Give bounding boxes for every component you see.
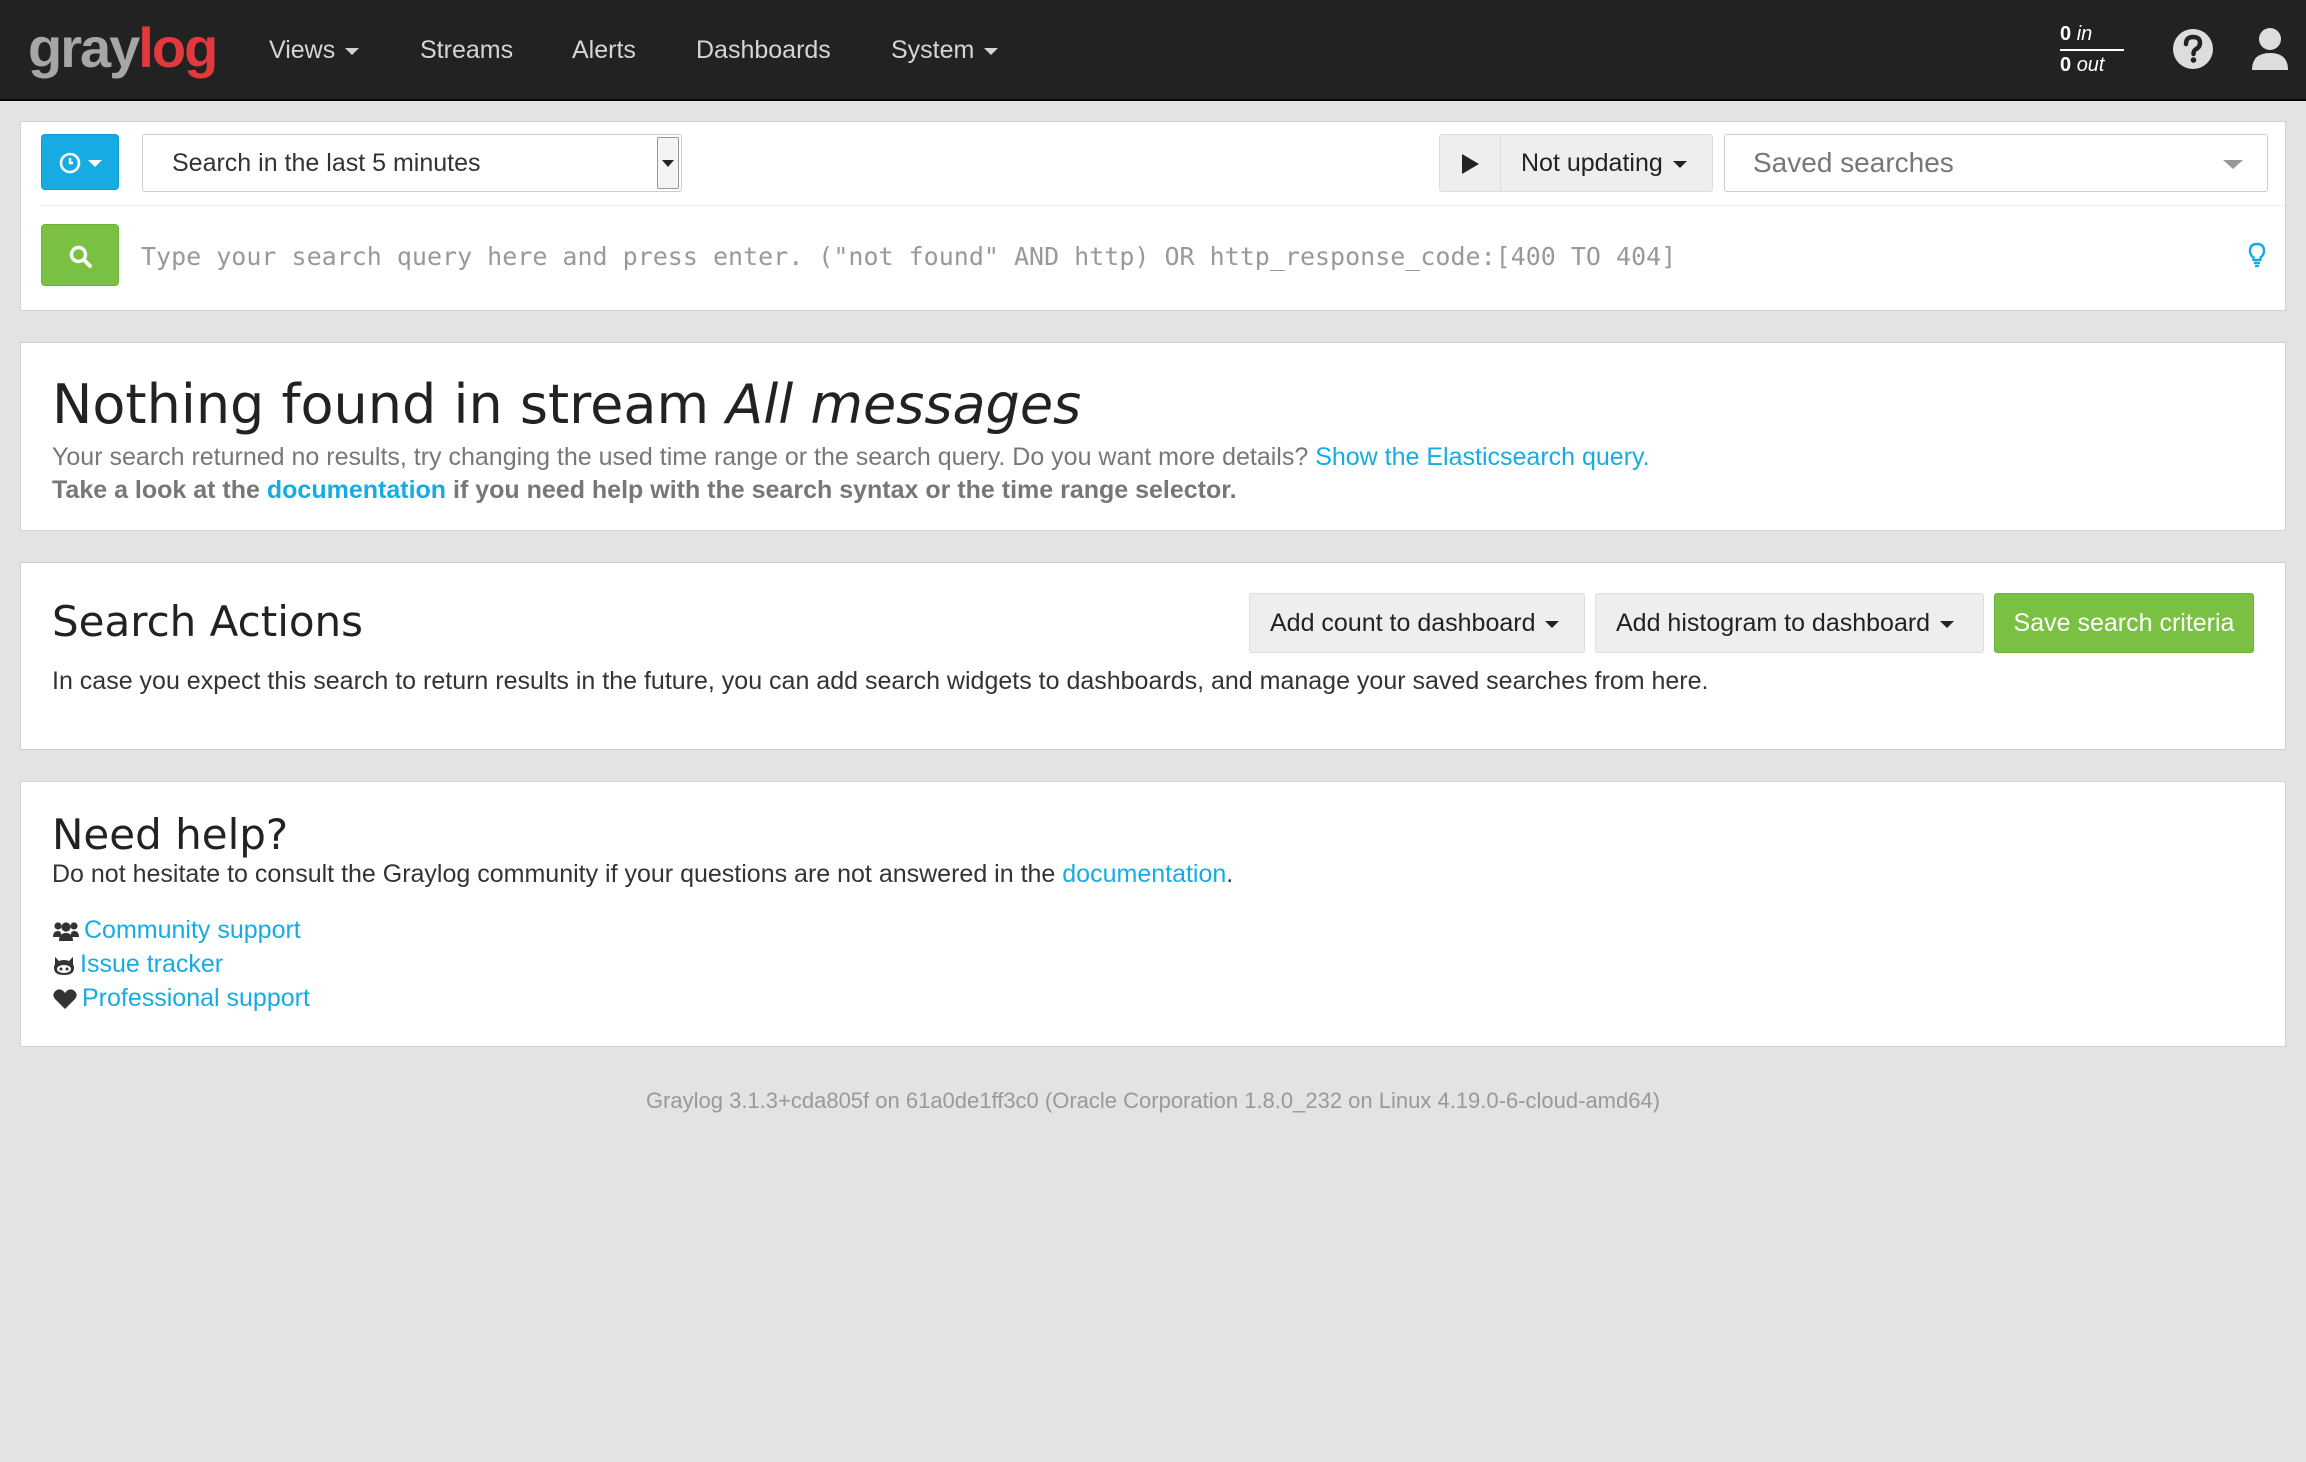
professional-support-item: Professional support	[52, 982, 310, 1014]
time-range-select[interactable]: Search in the last 5 minutes	[142, 134, 682, 192]
nav-views[interactable]: Views	[269, 0, 360, 100]
documentation-hint: Take a look at the documentation if you …	[52, 476, 1237, 505]
search-actions-title: Search Actions	[52, 597, 364, 646]
help-desc-suffix: .	[1226, 860, 1234, 888]
page-title: Nothing found in stream All messages	[52, 373, 1081, 436]
chevron-down-icon	[1940, 620, 1955, 628]
search-actions-description: In case you expect this search to return…	[52, 667, 1709, 695]
select-arrow-icon	[657, 137, 679, 189]
nav-views-label: Views	[269, 36, 336, 64]
issue-tracker-item: Issue tracker	[52, 948, 223, 980]
lightbulb-icon[interactable]	[2247, 242, 2267, 268]
time-range-value: Search in the last 5 minutes	[172, 149, 481, 177]
show-es-query-link[interactable]: Show the Elasticsearch query.	[1315, 443, 1649, 471]
doc-hint-prefix: Take a look at the	[52, 476, 267, 504]
graylog-logo[interactable]: graylog	[28, 16, 218, 79]
issue-tracker-link[interactable]: Issue tracker	[80, 950, 223, 978]
saved-searches-placeholder: Saved searches	[1753, 147, 1954, 178]
no-results-message: Your search returned no results, try cha…	[52, 443, 1650, 472]
search-actions-panel: Search Actions Add count to dashboard Ad…	[20, 562, 2286, 750]
throughput-out: 0 out	[2060, 51, 2124, 80]
nav-streams-label: Streams	[420, 36, 514, 64]
time-range-type-button[interactable]	[41, 134, 119, 190]
refresh-interval-dropdown[interactable]: Not updating	[1500, 134, 1713, 192]
search-icon	[69, 245, 92, 268]
throughput-out-count: 0	[2060, 54, 2072, 76]
throughput-in-count: 0	[2060, 23, 2072, 45]
save-search-criteria-button[interactable]: Save search criteria	[1994, 593, 2254, 653]
title-prefix: Nothing found in stream	[52, 373, 727, 436]
chevron-down-icon	[345, 47, 360, 55]
divider	[41, 205, 2285, 206]
documentation-link[interactable]: documentation	[267, 476, 446, 504]
heart-icon	[53, 989, 77, 1010]
chevron-down-icon	[88, 160, 102, 167]
add-count-to-dashboard-button[interactable]: Add count to dashboard	[1249, 593, 1585, 653]
footer-version: Graylog 3.1.3+cda805f on 61a0de1ff3c0 (O…	[645, 1088, 1661, 1113]
community-support-link[interactable]: Community support	[84, 916, 301, 944]
throughput-in-label: in	[2076, 23, 2093, 45]
throughput-indicator[interactable]: 0 in 0 out	[2060, 20, 2124, 80]
search-query-input[interactable]	[141, 226, 2221, 286]
add-histogram-label: Add histogram to dashboard	[1616, 609, 1931, 637]
logo-text-red: log	[138, 16, 218, 79]
github-icon	[54, 957, 74, 976]
help-documentation-link[interactable]: documentation	[1062, 860, 1226, 888]
logo-text-gray: gray	[28, 16, 140, 79]
add-histogram-to-dashboard-button[interactable]: Add histogram to dashboard	[1595, 593, 1984, 653]
add-count-label: Add count to dashboard	[1270, 609, 1536, 637]
help-panel: Need help? Do not hesitate to consult th…	[20, 781, 2286, 1047]
throughput-out-label: out	[2076, 54, 2105, 76]
nav-dashboards-label: Dashboards	[696, 36, 831, 64]
clock-icon	[59, 152, 81, 174]
play-button[interactable]	[1439, 134, 1501, 192]
nav-streams[interactable]: Streams	[420, 0, 513, 100]
help-description: Do not hesitate to consult the Graylog c…	[52, 860, 1233, 889]
chevron-down-icon	[984, 47, 999, 55]
stream-name: All messages	[726, 373, 1082, 436]
no-results-panel: Nothing found in stream All messages You…	[20, 342, 2286, 531]
users-icon	[53, 922, 79, 942]
throughput-in: 0 in	[2060, 20, 2124, 51]
professional-support-link[interactable]: Professional support	[82, 984, 310, 1012]
nav-system[interactable]: System	[891, 0, 999, 100]
chevron-down-icon	[1545, 620, 1560, 628]
nav-dashboards[interactable]: Dashboards	[696, 0, 831, 100]
top-navbar: graylog Views Streams Alerts Dashboards …	[0, 0, 2306, 101]
refresh-interval-label: Not updating	[1521, 149, 1663, 177]
community-support-item: Community support	[52, 914, 301, 946]
nav-system-label: System	[891, 36, 975, 64]
nav-alerts-label: Alerts	[572, 36, 636, 64]
search-button[interactable]	[41, 224, 119, 286]
doc-hint-suffix: if you need help with the search syntax …	[446, 476, 1237, 504]
no-results-text: Your search returned no results, try cha…	[52, 443, 1316, 471]
help-title: Need help?	[52, 810, 289, 859]
search-bar-panel: Search in the last 5 minutes Not updatin…	[20, 121, 2286, 311]
saved-searches-select[interactable]: Saved searches	[1724, 134, 2268, 192]
help-icon[interactable]	[2170, 26, 2216, 72]
nav-alerts[interactable]: Alerts	[572, 0, 636, 100]
help-desc-prefix: Do not hesitate to consult the Graylog c…	[52, 860, 1063, 888]
user-icon[interactable]	[2250, 26, 2296, 72]
chevron-down-icon	[1672, 160, 1687, 168]
